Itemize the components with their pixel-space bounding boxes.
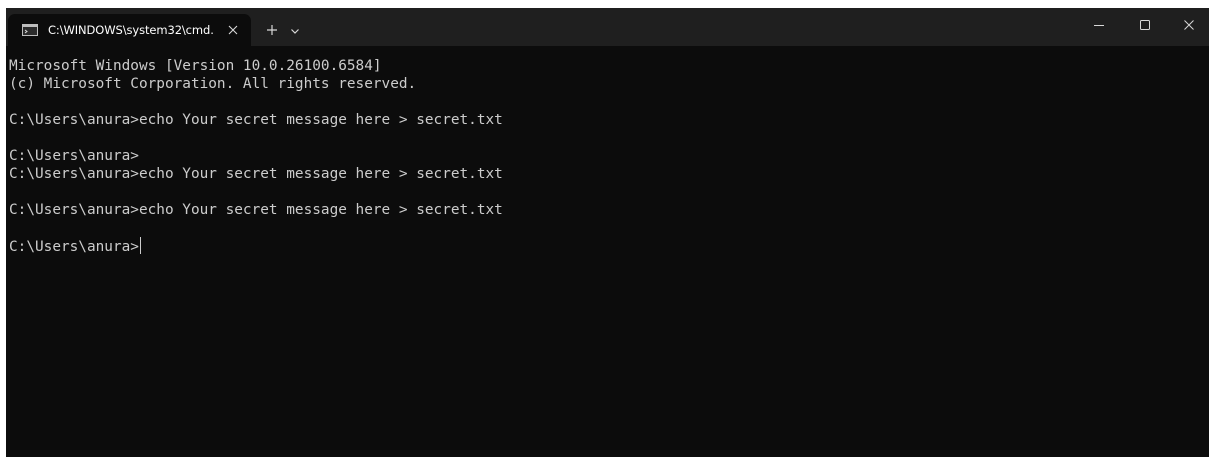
- close-icon: [1184, 20, 1194, 30]
- terminal-line: C:\Users\anura>echo Your secret message …: [9, 166, 503, 182]
- minimize-icon: [1094, 25, 1104, 26]
- plus-icon: [267, 25, 277, 35]
- chevron-down-icon: [291, 29, 299, 34]
- terminal-line: C:\Users\anura>echo Your secret message …: [9, 112, 503, 128]
- maximize-icon: [1140, 20, 1150, 30]
- tab-close-icon[interactable]: [225, 22, 241, 38]
- terminal-line: C:\Users\anura>: [9, 148, 139, 164]
- tab-cmd[interactable]: C:\WINDOWS\system32\cmd.: [8, 14, 251, 46]
- terminal-line: Microsoft Windows [Version 10.0.26100.65…: [9, 58, 382, 74]
- prompt-text: C:\Users\anura>: [9, 239, 139, 255]
- terminal-line: C:\Users\anura>echo Your secret message …: [9, 202, 503, 218]
- terminal-line: (c) Microsoft Corporation. All rights re…: [9, 76, 417, 92]
- close-window-button[interactable]: [1166, 8, 1209, 42]
- text-cursor: [139, 237, 141, 254]
- terminal-output[interactable]: Microsoft Windows [Version 10.0.26100.65…: [6, 46, 1209, 457]
- cmd-icon: [22, 24, 38, 36]
- terminal-window: C:\WINDOWS\system32\cmd. Microsoft Windo…: [6, 8, 1209, 457]
- new-tab-button[interactable]: [264, 22, 280, 38]
- title-bar[interactable]: C:\WINDOWS\system32\cmd.: [6, 8, 1209, 46]
- tab-dropdown-button[interactable]: [289, 24, 301, 36]
- tab-title: C:\WINDOWS\system32\cmd.: [48, 23, 214, 37]
- maximize-button[interactable]: [1122, 8, 1168, 42]
- command-prompt-line[interactable]: C:\Users\anura>: [9, 237, 1209, 255]
- minimize-button[interactable]: [1076, 8, 1122, 42]
